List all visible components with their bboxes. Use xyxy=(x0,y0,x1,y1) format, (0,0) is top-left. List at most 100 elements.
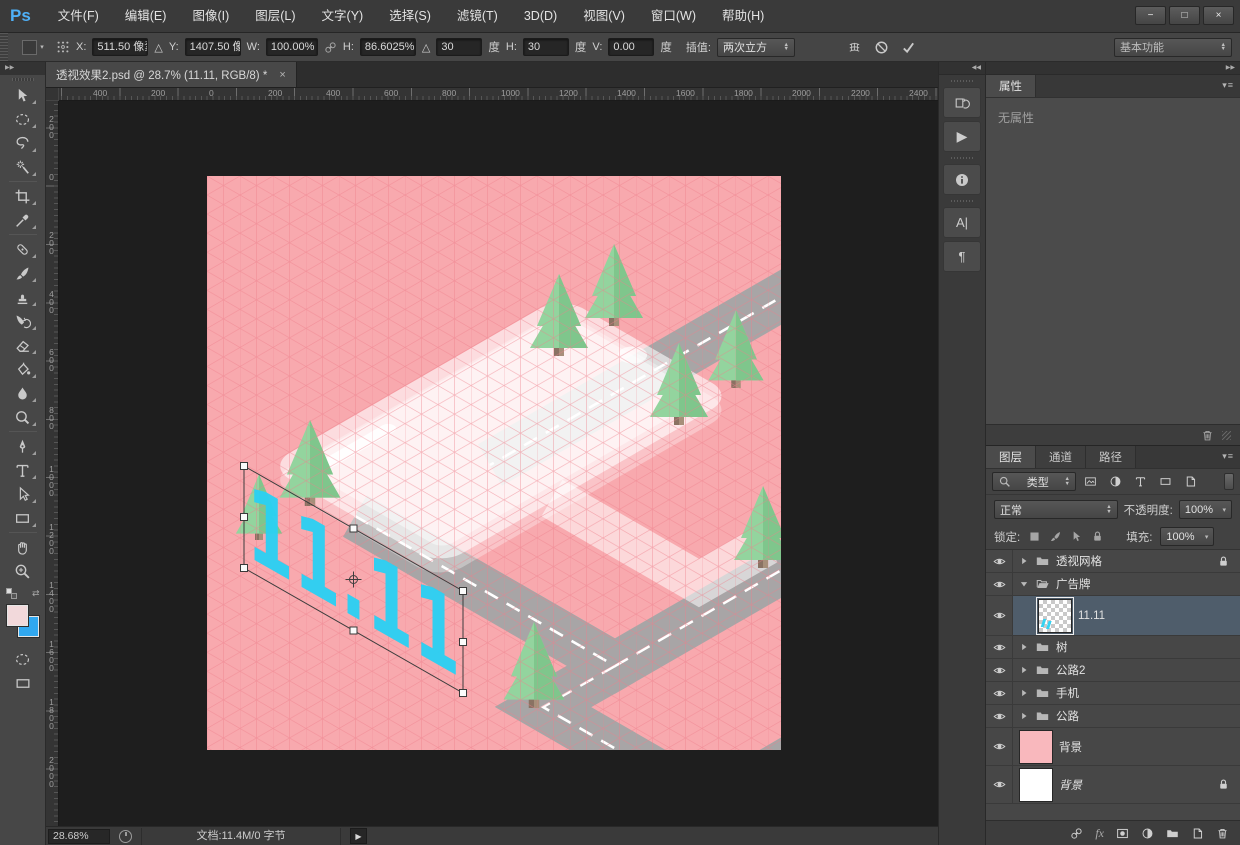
reference-point-icon[interactable] xyxy=(56,40,70,54)
cancel-transform-icon[interactable] xyxy=(874,40,889,55)
zoom-tool[interactable] xyxy=(8,559,38,583)
adjustment-layer-icon[interactable] xyxy=(1141,827,1154,840)
ruler-corner[interactable] xyxy=(46,88,59,101)
tool-preset-picker[interactable]: ▾ xyxy=(16,37,50,58)
status-menu-arrow[interactable]: ▶ xyxy=(350,828,367,844)
menu-view[interactable]: 视图(V) xyxy=(570,0,638,32)
history-panel-button[interactable] xyxy=(943,87,981,118)
default-colors-icon[interactable] xyxy=(6,588,17,599)
transform-handle[interactable] xyxy=(241,463,248,470)
layer-thumbnail[interactable] xyxy=(1019,730,1053,764)
actions-panel-button[interactable]: ▶ xyxy=(943,121,981,152)
layer-row-1111[interactable]: 11.11 xyxy=(986,596,1240,636)
visibility-toggle[interactable] xyxy=(986,636,1013,658)
lasso-tool[interactable] xyxy=(8,131,38,155)
expand-triangle-icon[interactable] xyxy=(1019,642,1029,652)
expand-triangle-icon[interactable] xyxy=(1019,711,1029,721)
new-layer-icon[interactable] xyxy=(1191,827,1204,840)
expand-triangle-icon[interactable] xyxy=(1019,556,1029,566)
panel-menu-icon[interactable]: ▾≡ xyxy=(1222,451,1234,462)
toolbar-collapse-arrows[interactable]: ▶▶ xyxy=(0,62,45,75)
transform-handle[interactable] xyxy=(350,627,357,634)
vskew-input[interactable]: 0.00 xyxy=(608,38,654,56)
tab-channels[interactable]: 通道 xyxy=(1036,446,1086,468)
link-layers-icon[interactable] xyxy=(1070,827,1083,840)
blend-mode-select[interactable]: 正常 ▲▼ xyxy=(994,500,1118,519)
link-dimensions-icon[interactable] xyxy=(324,41,337,54)
menu-image[interactable]: 图像(I) xyxy=(179,0,242,32)
horizontal-ruler[interactable]: 400 200 0 200 400 600 800 1000 1200 1400… xyxy=(59,88,938,101)
tab-properties[interactable]: 属性 xyxy=(986,75,1036,97)
menu-window[interactable]: 窗口(W) xyxy=(638,0,709,32)
lock-all-icon[interactable] xyxy=(1091,530,1104,543)
swap-colors-icon[interactable]: ⇄ xyxy=(32,588,40,599)
commit-transform-icon[interactable] xyxy=(901,40,916,55)
filter-type-select[interactable]: 类型 ▲▼ xyxy=(992,472,1076,491)
canvas-artboard[interactable]: 11.11 xyxy=(207,176,781,750)
filter-type-layers-icon[interactable] xyxy=(1130,473,1151,491)
visibility-toggle[interactable] xyxy=(986,766,1013,803)
layer-thumbnail[interactable] xyxy=(1019,768,1053,802)
eyedropper-tool[interactable] xyxy=(8,208,38,232)
transform-handle[interactable] xyxy=(460,588,467,595)
pen-tool[interactable] xyxy=(8,434,38,458)
width-input[interactable]: 100.00% xyxy=(266,38,318,56)
brush-tool[interactable] xyxy=(8,261,38,285)
zoom-level-field[interactable]: 28.68% xyxy=(48,829,110,844)
lock-transparency-icon[interactable] xyxy=(1028,530,1041,543)
healing-brush-tool[interactable] xyxy=(8,237,38,261)
expand-panels-arrows[interactable]: ◀◀ xyxy=(939,62,985,75)
opacity-select[interactable]: 100% ▾ xyxy=(1179,500,1232,519)
layer-row-perspective-grid[interactable]: 透视网格 xyxy=(986,550,1240,573)
visibility-toggle[interactable] xyxy=(986,596,1013,635)
tab-layers[interactable]: 图层 xyxy=(986,446,1036,468)
layer-row-billboard-group[interactable]: 广告牌 xyxy=(986,573,1240,596)
transform-handle[interactable] xyxy=(241,565,248,572)
collapse-triangle-icon[interactable] xyxy=(1019,579,1029,589)
visibility-toggle[interactable] xyxy=(986,659,1013,681)
menu-file[interactable]: 文件(F) xyxy=(45,0,112,32)
visibility-toggle[interactable] xyxy=(986,682,1013,704)
visibility-toggle[interactable] xyxy=(986,728,1013,765)
eraser-tool[interactable] xyxy=(8,333,38,357)
menu-type[interactable]: 文字(Y) xyxy=(309,0,377,32)
trash-icon[interactable] xyxy=(1201,429,1214,442)
minimize-button[interactable]: − xyxy=(1135,6,1166,25)
rotate-input[interactable]: 30 xyxy=(436,38,482,56)
layer-row-background[interactable]: 背景 xyxy=(986,766,1240,804)
menu-select[interactable]: 选择(S) xyxy=(376,0,444,32)
layer-row-road2-group[interactable]: 公路2 xyxy=(986,659,1240,682)
paragraph-panel-button[interactable]: ¶ xyxy=(943,241,981,272)
filter-smart-objects-icon[interactable] xyxy=(1180,473,1201,491)
magic-wand-tool[interactable] xyxy=(8,155,38,179)
filter-adjustment-layers-icon[interactable] xyxy=(1105,473,1126,491)
filter-pixel-layers-icon[interactable] xyxy=(1080,473,1101,491)
layer-style-fx-icon[interactable]: fx xyxy=(1095,826,1104,841)
menu-help[interactable]: 帮助(H) xyxy=(709,0,777,32)
collapse-panels-arrows[interactable]: ▶▶ xyxy=(986,62,1240,75)
close-button[interactable]: × xyxy=(1203,6,1234,25)
foreground-color-swatch[interactable] xyxy=(7,605,28,626)
panel-menu-icon[interactable]: ▾≡ xyxy=(1222,80,1234,91)
layer-row-trees-group[interactable]: 树 xyxy=(986,636,1240,659)
visibility-toggle[interactable] xyxy=(986,573,1013,595)
delete-layer-icon[interactable] xyxy=(1216,827,1229,840)
transform-handle[interactable] xyxy=(350,525,357,532)
height-input[interactable]: 86.6025% xyxy=(360,38,416,56)
shape-tool[interactable] xyxy=(8,506,38,530)
expand-triangle-icon[interactable] xyxy=(1019,665,1029,675)
maximize-button[interactable]: □ xyxy=(1169,6,1200,25)
warp-mode-toggle-icon[interactable] xyxy=(847,40,862,55)
workspace-select[interactable]: 基本功能 ▲▼ xyxy=(1114,38,1232,57)
transform-handle[interactable] xyxy=(241,514,248,521)
quick-mask-button[interactable] xyxy=(8,647,38,671)
fill-select[interactable]: 100% ▾ xyxy=(1160,527,1214,546)
transform-handle[interactable] xyxy=(460,639,467,646)
clone-stamp-tool[interactable] xyxy=(8,285,38,309)
menu-filter[interactable]: 滤镜(T) xyxy=(444,0,511,32)
screen-mode-button[interactable] xyxy=(8,671,38,695)
layer-row-phone-group[interactable]: 手机 xyxy=(986,682,1240,705)
hand-tool[interactable] xyxy=(8,535,38,559)
relative-position-icon[interactable]: △ xyxy=(154,41,162,54)
dodge-tool[interactable] xyxy=(8,405,38,429)
